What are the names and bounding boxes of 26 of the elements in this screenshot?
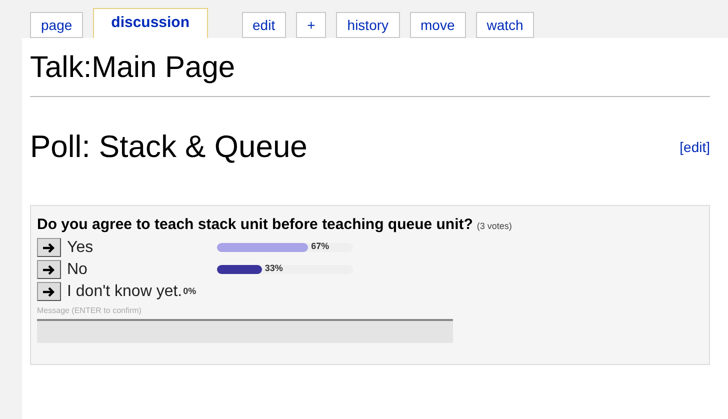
message-field[interactable] [37,318,453,342]
page-title: Talk:Main Page [30,48,710,97]
tab[interactable]: + [296,12,326,38]
option-label: I don't know yet. [67,282,182,302]
arrow-icon [42,264,56,274]
arrow-icon [42,286,56,296]
poll-question: Do you agree to teach stack unit before teaching queue unit? [37,215,473,235]
option-label: Yes [67,238,94,256]
tab[interactable]: edit [242,12,286,38]
option-label: No [67,260,88,278]
tab[interactable]: page [30,12,84,38]
vote-count: (3 votes) [476,220,512,233]
vote-button[interactable] [37,282,61,301]
tab[interactable]: watch [476,12,534,38]
edit-link[interactable]: [edit] [680,136,710,158]
percent-label: 0% [183,284,196,298]
vote-button[interactable] [37,238,61,257]
percent-label: 33% [264,262,283,275]
vote-button[interactable] [37,260,61,279]
tab[interactable]: move [410,12,466,38]
arrow-icon [42,242,56,252]
section-heading: Poll: Stack & Queue [30,128,308,166]
tab[interactable]: discussion [93,8,208,38]
percent-label: 67% [311,240,330,253]
tab[interactable]: history [336,12,400,38]
message-label: Message (ENTER to confirm) [37,304,142,316]
